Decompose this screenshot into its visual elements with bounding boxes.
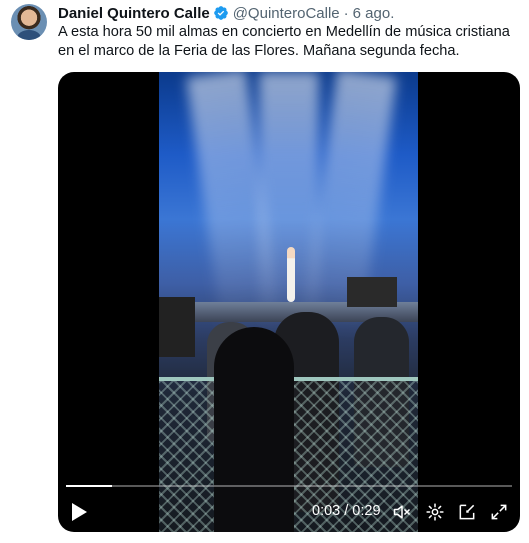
play-icon[interactable] (70, 502, 88, 522)
performer (287, 247, 295, 302)
video-player[interactable]: 0:03 / 0:29 (58, 72, 520, 532)
volume-muted-icon[interactable] (392, 502, 412, 522)
video-frame[interactable] (159, 72, 418, 532)
foreground-person (214, 327, 294, 532)
video-progress-bar[interactable] (66, 485, 512, 487)
author-name[interactable]: Daniel Quintero Calle (58, 5, 210, 22)
author-avatar[interactable] (11, 4, 47, 40)
header-separator: · (343, 4, 349, 22)
speaker (347, 277, 397, 307)
speaker (159, 297, 195, 357)
video-progress-fill (66, 485, 112, 487)
video-time: 0:03 / 0:29 (312, 503, 381, 519)
verified-badge-icon (213, 6, 228, 20)
gear-icon[interactable] (425, 502, 445, 522)
dock-icon[interactable] (457, 502, 477, 522)
fullscreen-icon[interactable] (489, 502, 509, 522)
tweet-header: Daniel Quintero Calle @QuinteroCalle · 6… (58, 3, 394, 23)
tweet-date[interactable]: 6 ago. (353, 5, 395, 22)
tweet-text: A esta hora 50 mil almas en concierto en… (58, 24, 510, 59)
author-handle[interactable]: @QuinteroCalle (233, 5, 340, 22)
